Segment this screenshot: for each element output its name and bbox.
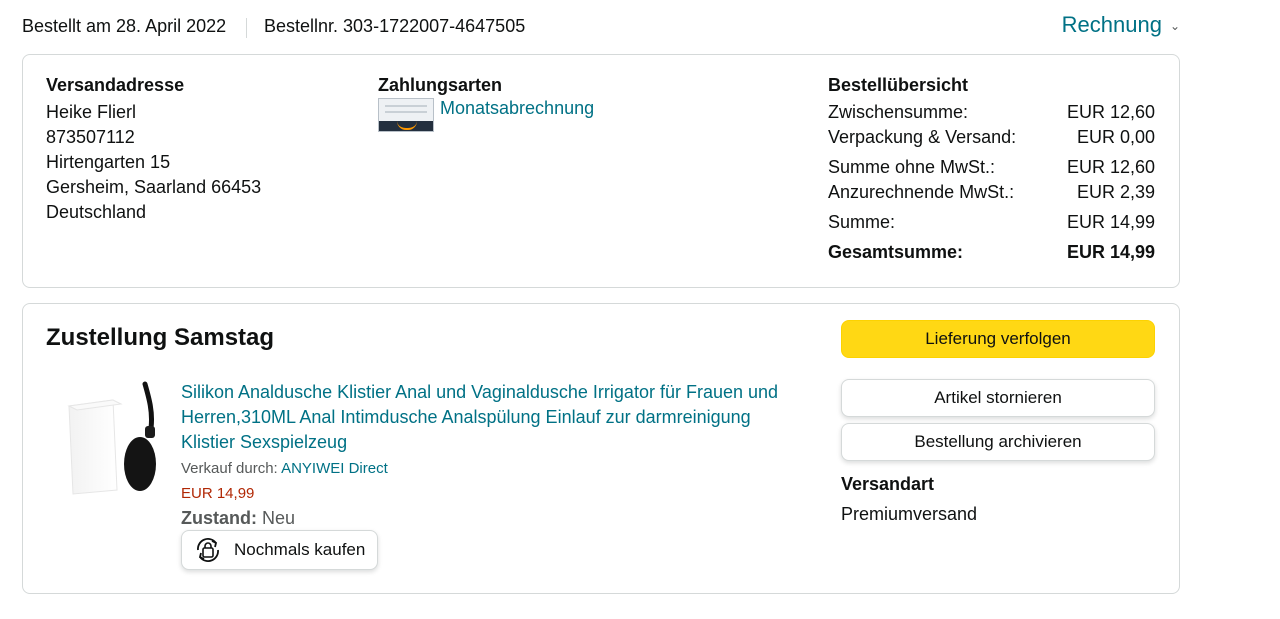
invoice-dropdown[interactable]: Rechnung ⌄	[1062, 12, 1180, 38]
cancel-item-button[interactable]: Artikel stornieren	[841, 379, 1155, 417]
summary-label: Verpackung & Versand:	[828, 127, 1017, 147]
archive-order-button[interactable]: Bestellung archivieren	[841, 423, 1155, 461]
shipping-method-heading: Versandart	[841, 474, 935, 494]
address-line: Gersheim, Saarland 66453	[46, 177, 262, 197]
payment-methods: Zahlungsarten Monatsabrechnung	[378, 75, 594, 132]
order-number: Bestellnr. 303-1722007-4647505	[264, 16, 526, 36]
address-line: Heike Flierl	[46, 102, 137, 122]
summary-row-subtotal: Zwischensumme: EUR 12,60	[828, 100, 1155, 125]
product-title-link[interactable]: Silikon Analdusche Klistier Anal und Vag…	[181, 380, 801, 455]
summary-label: Summe:	[828, 212, 896, 232]
order-summary: Bestellübersicht Zwischensumme: EUR 12,6…	[828, 75, 1155, 265]
shipping-method-value: Premiumversand	[841, 504, 978, 524]
buy-again-icon	[197, 538, 219, 562]
seller-link[interactable]: ANYIWEI Direct	[281, 460, 388, 477]
amazon-card-icon	[378, 98, 434, 132]
summary-label: Gesamtsumme:	[828, 242, 964, 262]
product-price: EUR 14,99	[181, 485, 255, 502]
payment-method: Monatsabrechnung	[378, 98, 594, 132]
address-line: 873507112	[46, 127, 135, 147]
summary-row-total: Gesamtsumme: EUR 14,99	[828, 240, 1155, 265]
summary-value: EUR 14,99	[1066, 212, 1155, 232]
shipping-address: Versandadresse Heike Flierl 873507112 Hi…	[46, 75, 261, 225]
buy-again-button[interactable]: Nochmals kaufen	[181, 530, 379, 570]
order-header: Bestellt am 28. April 2022 Bestellnr. 30…	[22, 12, 1182, 42]
product-image[interactable]	[63, 378, 159, 496]
chevron-down-icon: ⌄	[1169, 19, 1180, 33]
summary-label: Anzurechnende MwSt.:	[828, 182, 1015, 202]
seller-prefix: Verkauf durch:	[181, 460, 278, 477]
order-summary-heading: Bestellübersicht	[828, 75, 969, 95]
summary-row-vat: Anzurechnende MwSt.: EUR 2,39	[828, 180, 1155, 205]
summary-value: EUR 0,00	[1076, 127, 1155, 147]
address-line: Deutschland	[46, 202, 147, 222]
payment-method-link[interactable]: Monatsabrechnung	[440, 98, 594, 119]
summary-label: Summe ohne MwSt.:	[828, 157, 996, 177]
header-divider	[246, 18, 247, 38]
product-condition: Zustand: Neu	[181, 508, 295, 529]
order-details-box: Versandadresse Heike Flierl 873507112 Hi…	[22, 54, 1180, 288]
summary-row-net: Summe ohne MwSt.: EUR 12,60	[828, 155, 1155, 180]
delivery-box: Zustellung Samstag Silikon Analdusche Kl…	[22, 303, 1180, 594]
track-package-button[interactable]: Lieferung verfolgen	[841, 320, 1155, 358]
seller-info: Verkauf durch: ANYIWEI Direct	[181, 460, 388, 477]
order-date: Bestellt am 28. April 2022	[22, 16, 227, 36]
condition-value: Neu	[262, 508, 296, 528]
summary-label: Zwischensumme:	[828, 102, 969, 122]
buy-again-label: Nochmals kaufen	[234, 540, 366, 559]
summary-value: EUR 14,99	[1066, 242, 1155, 262]
condition-label: Zustand:	[181, 508, 257, 528]
payment-heading: Zahlungsarten	[378, 75, 503, 95]
invoice-label: Rechnung	[1061, 12, 1162, 37]
address-line: Hirtengarten 15	[46, 152, 171, 172]
summary-row-sum: Summe: EUR 14,99	[828, 210, 1155, 235]
shipping-address-heading: Versandadresse	[46, 75, 185, 95]
summary-value: EUR 2,39	[1076, 182, 1155, 202]
summary-row-shipping: Verpackung & Versand: EUR 0,00	[828, 125, 1155, 150]
summary-value: EUR 12,60	[1066, 157, 1155, 177]
summary-value: EUR 12,60	[1066, 102, 1155, 122]
delivery-title: Zustellung Samstag	[46, 324, 275, 351]
